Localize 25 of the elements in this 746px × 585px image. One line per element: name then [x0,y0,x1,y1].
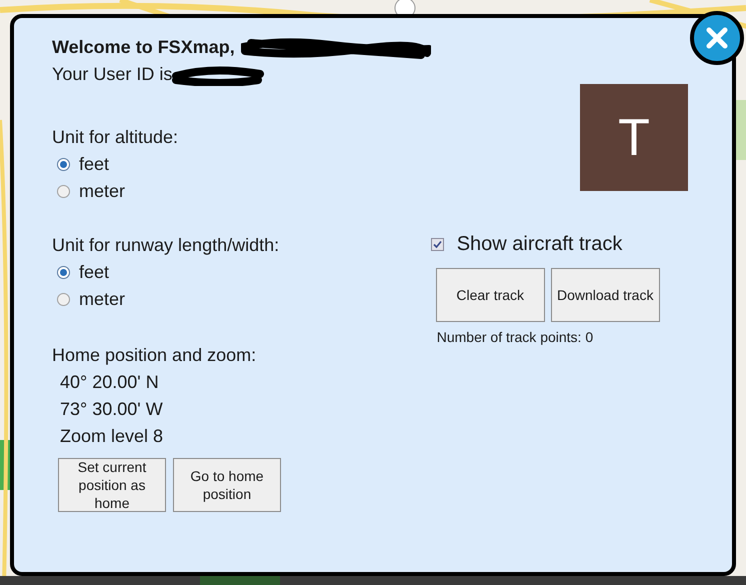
latitude-text: 40° 20.00' N [59,371,160,394]
track-button[interactable]: Download track [550,268,660,322]
radio-button[interactable] [57,158,70,171]
option-label: meter [79,288,126,311]
checkbox[interactable] [430,238,444,250]
longitude-text: 73° 30.00' W [59,398,164,421]
zoom-level-text: Zoom level 8 [59,425,164,448]
track-button[interactable]: Clear track [436,268,545,322]
group-label: Unit for runway length/width: [52,234,280,257]
user-id-text: Your User ID is [52,63,172,86]
checkbox-label: Show aircraft track [456,232,622,257]
option-label: meter [79,180,126,203]
radio-button[interactable] [57,266,70,279]
avatar-letter: T [618,112,650,164]
home-button[interactable]: Set current position as home [58,458,166,512]
track-points-text: Number of track points: 0 [436,328,594,346]
welcome-heading: Welcome to FSXmap, [52,36,235,59]
option-label: feet [79,261,110,284]
close-icon [706,27,728,49]
radio-button[interactable] [57,293,70,306]
home-button[interactable]: Go to home position [173,458,281,512]
option-label: feet [79,153,110,176]
group-label: Unit for altitude: [52,126,180,149]
section-label: Home position and zoom: [52,344,258,367]
radio-button[interactable] [57,185,70,198]
